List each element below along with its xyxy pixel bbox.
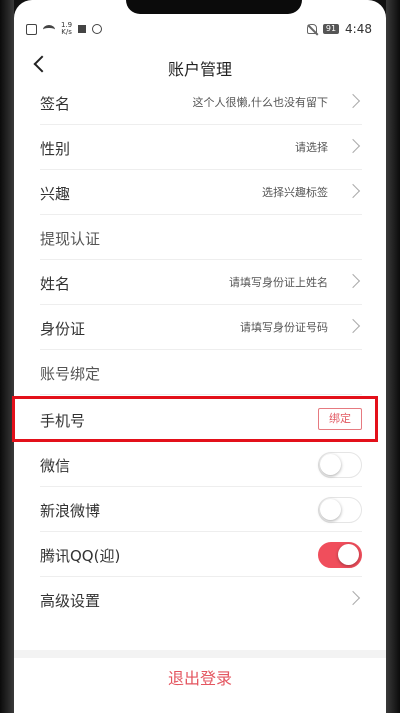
row-label: 签名 — [40, 95, 71, 113]
row-signature[interactable]: 签名 这个人很懒,什么也没有留下 — [40, 80, 362, 125]
row-gender[interactable]: 性别 请选择 — [40, 125, 362, 170]
row-weibo: 新浪微博 — [40, 487, 362, 532]
row-name[interactable]: 姓名 请填写身份证上姓名 — [40, 260, 362, 305]
row-label: 性别 — [40, 140, 71, 158]
chevron-right-icon — [345, 318, 361, 334]
row-label: 兴趣 — [40, 185, 71, 203]
row-label: 姓名 — [40, 275, 71, 293]
row-label: 身份证 — [40, 320, 86, 338]
row-qq: 腾讯QQ(迎) — [40, 532, 362, 577]
weibo-toggle[interactable] — [318, 497, 362, 523]
row-id-card[interactable]: 身份证 请填写身份证号码 — [40, 305, 362, 350]
media-icon — [92, 24, 103, 34]
speed-unit: K/s — [61, 28, 72, 36]
status-bar: 1.9 K/s 91 4:48 — [14, 0, 386, 44]
row-value: 这个人很懒,什么也没有留下 — [192, 96, 329, 109]
toggle-knob — [320, 499, 341, 520]
row-interests[interactable]: 兴趣 选择兴趣标签 — [40, 170, 362, 215]
chevron-right-icon — [345, 273, 361, 289]
phone-screen: 1.9 K/s 91 4:48 账户管理 签名 这个人很懒,什么也没有留下 性别 … — [14, 0, 386, 713]
section-label: 提现认证 — [40, 230, 101, 248]
row-value: 请选择 — [295, 141, 328, 154]
network-speed: 1.9 K/s — [61, 22, 72, 36]
row-value: 请填写身份证上姓名 — [229, 276, 328, 289]
wifi-icon — [43, 24, 55, 34]
chevron-right-icon — [345, 138, 361, 154]
wechat-toggle[interactable] — [318, 452, 362, 478]
chevron-right-icon — [345, 590, 361, 606]
section-divider — [14, 650, 386, 658]
page-title: 账户管理 — [167, 60, 232, 79]
row-label: 高级设置 — [40, 592, 101, 610]
logout-button[interactable]: 退出登录 — [14, 659, 386, 699]
phone-bezel-right — [386, 0, 400, 713]
row-label: 微信 — [40, 457, 71, 475]
row-label: 新浪微博 — [40, 502, 101, 520]
chevron-right-icon — [345, 93, 361, 109]
toggle-knob — [338, 544, 359, 565]
qq-toggle[interactable] — [318, 542, 362, 568]
section-label: 账号绑定 — [40, 365, 101, 383]
notification-icon — [78, 25, 87, 33]
chevron-right-icon — [345, 183, 361, 199]
section-withdraw-auth: 提现认证 — [40, 215, 362, 260]
mute-icon — [306, 24, 317, 34]
highlight-box — [12, 396, 378, 442]
toggle-knob — [320, 454, 341, 475]
row-value: 选择兴趣标签 — [262, 186, 328, 199]
phone-bezel-left — [0, 0, 14, 713]
battery-icon: 91 — [322, 24, 340, 34]
sim-icon — [26, 23, 37, 35]
row-value: 请填写身份证号码 — [240, 321, 328, 334]
section-account-binding: 账号绑定 — [40, 350, 362, 395]
row-advanced-settings[interactable]: 高级设置 — [40, 577, 362, 622]
row-label: 腾讯QQ(迎) — [40, 547, 121, 565]
row-wechat: 微信 — [40, 442, 362, 487]
clock: 4:48 — [345, 22, 372, 36]
